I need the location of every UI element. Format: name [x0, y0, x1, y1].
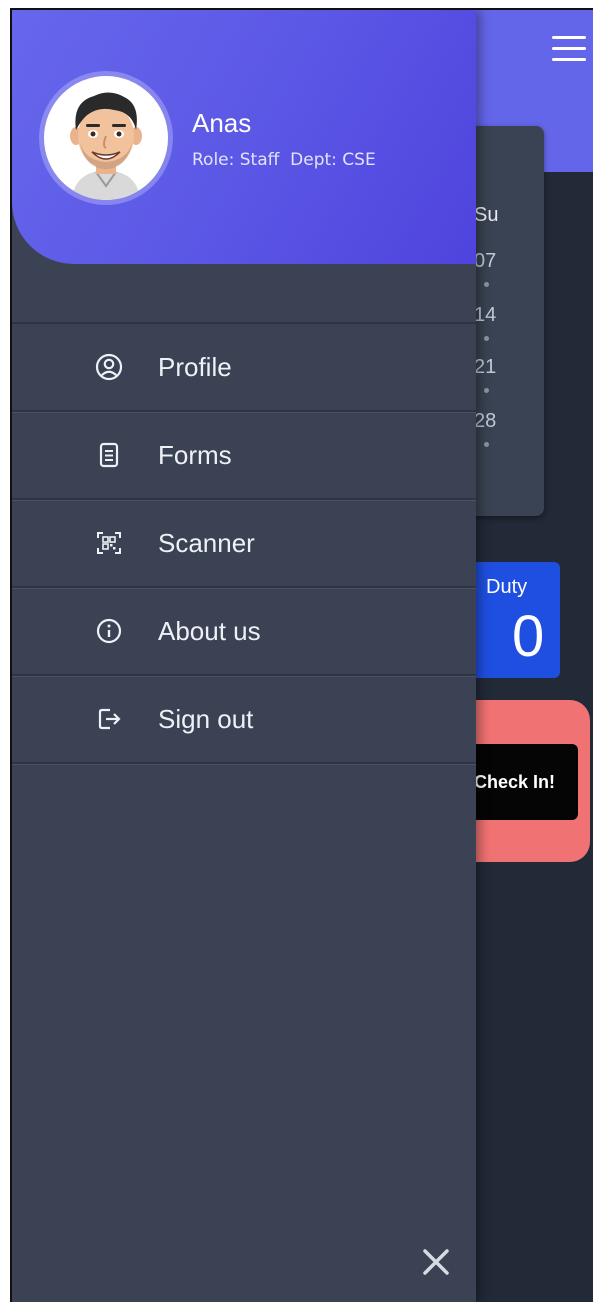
duty-label: Duty [486, 576, 528, 598]
user-circle-icon [95, 353, 123, 381]
app-frame: Su 07 14 21 28 Duty 0 Check In! Anas Rol… [10, 8, 593, 1302]
calendar-day-header: Su [474, 204, 499, 226]
menu-item-label: Forms [158, 439, 232, 470]
close-icon[interactable] [420, 1246, 452, 1278]
menu-item-label: Profile [158, 351, 232, 382]
calendar-date-dot [484, 336, 489, 341]
calendar-date-dot [484, 282, 489, 287]
sign-out-icon [98, 708, 121, 730]
menu-item-profile[interactable]: Profile [12, 324, 476, 412]
menu-item-sign-out[interactable]: Sign out [12, 676, 476, 764]
hamburger-menu-icon[interactable] [552, 34, 586, 64]
calendar-date-dot [484, 388, 489, 393]
calendar-date[interactable]: 21 [474, 356, 496, 379]
drawer-menu: Profile Forms Scanner About us Sign out [12, 322, 476, 764]
calendar-date[interactable]: 28 [474, 410, 496, 433]
menu-item-label: Scanner [158, 527, 255, 558]
avatar[interactable] [44, 76, 168, 200]
calendar-date-dot [484, 442, 489, 447]
menu-item-label: Sign out [158, 703, 254, 734]
info-icon [96, 618, 122, 644]
document-icon [99, 442, 119, 468]
avatar-face-icon [46, 78, 166, 200]
user-dept: Dept: CSE [290, 150, 376, 170]
menu-item-about-us[interactable]: About us [12, 588, 476, 676]
menu-item-scanner[interactable]: Scanner [12, 500, 476, 588]
navigation-drawer: Anas Role: Staff Dept: CSE Profile Forms… [12, 10, 476, 1302]
menu-item-label: About us [158, 615, 261, 646]
user-role: Role: Staff [192, 150, 280, 170]
calendar-date[interactable]: 14 [474, 304, 496, 327]
duty-count: 0 [512, 604, 545, 669]
calendar-date[interactable]: 07 [474, 250, 496, 273]
user-meta: Role: Staff Dept: CSE [192, 150, 376, 170]
user-name: Anas [192, 108, 252, 138]
menu-item-forms[interactable]: Forms [12, 412, 476, 500]
qr-scan-icon [97, 532, 121, 554]
drawer-header: Anas Role: Staff Dept: CSE [12, 10, 476, 264]
